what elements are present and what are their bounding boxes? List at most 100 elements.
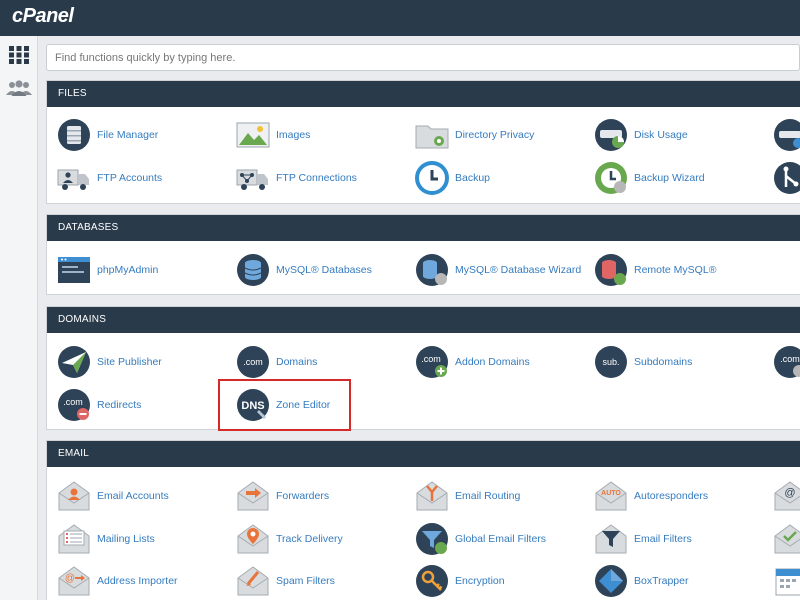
encryption-label: Encryption	[455, 575, 505, 587]
aliases-icon: .com	[774, 346, 800, 378]
mysql-databases-item[interactable]: MySQL® Databases	[236, 252, 372, 288]
remote-mysql-label: Remote MySQL®	[634, 264, 717, 276]
forwarders-label: Forwarders	[276, 490, 330, 502]
spam-filters-icon	[237, 566, 269, 596]
file-manager-label: File Manager	[97, 129, 159, 141]
zone-editor-badge: DNS	[241, 400, 264, 412]
subdomains-icon: sub.	[595, 346, 627, 378]
file-manager-icon	[58, 119, 90, 151]
phpmyadmin-item[interactable]: phpMyAdmin	[57, 252, 158, 288]
global-email-filters-item[interactable]: Global Email Filters	[415, 521, 546, 557]
forwarders-item[interactable]: Forwarders	[236, 478, 329, 514]
zone-editor-label: Zone Editor	[276, 399, 331, 411]
email-routing-label: Email Routing	[455, 490, 521, 502]
mysql-wizard-item[interactable]: MySQL® Database Wizard	[415, 252, 581, 288]
site-publisher-item[interactable]: Site Publisher	[57, 344, 162, 380]
remote-mysql-item[interactable]: Remote MySQL®	[594, 252, 716, 288]
svg-text:@: @	[65, 573, 75, 584]
git-item[interactable]	[773, 160, 800, 196]
email-header: EMAIL	[47, 441, 800, 467]
web-disk-item[interactable]	[773, 117, 800, 153]
redirects-badge: .com	[63, 397, 83, 407]
zone-editor-icon: DNS	[237, 389, 269, 421]
email-routing-item[interactable]: Email Routing	[415, 478, 520, 514]
subdomains-item[interactable]: sub. Subdomains	[594, 344, 692, 380]
ftp-connections-icon	[236, 169, 268, 190]
remote-mysql-icon	[595, 254, 627, 286]
ftp-connections-label: FTP Connections	[276, 172, 357, 184]
backup-label: Backup	[455, 172, 491, 184]
address-importer-label: Address Importer	[97, 575, 178, 587]
boxtrapper-icon	[595, 565, 627, 597]
email-accounts-item[interactable]: Email Accounts	[57, 478, 169, 514]
backup-wizard-item[interactable]: Backup Wizard	[594, 160, 705, 196]
global-email-filters-label: Global Email Filters	[455, 533, 547, 545]
email-accounts-label: Email Accounts	[97, 490, 169, 502]
mailing-lists-item[interactable]: Mailing Lists	[57, 521, 155, 557]
mysql-wizard-label: MySQL® Database Wizard	[455, 264, 582, 276]
backup-wizard-icon	[595, 162, 627, 194]
disk-usage-item[interactable]: Disk Usage	[594, 117, 688, 153]
email-filters-label: Email Filters	[634, 533, 692, 545]
track-delivery-item[interactable]: Track Delivery	[236, 521, 343, 557]
ftp-connections-item[interactable]: FTP Connections	[236, 160, 357, 196]
mailing-lists-icon	[58, 524, 90, 554]
default-address-item[interactable]: @	[773, 478, 800, 514]
backup-icon	[415, 161, 449, 195]
file-manager-item[interactable]: File Manager	[57, 117, 158, 153]
domains-label: Domains	[276, 356, 318, 368]
users-icon[interactable]	[6, 78, 32, 100]
mysql-databases-icon	[237, 254, 269, 286]
files-panel: FILES File Manager Images Directory Priv…	[46, 80, 800, 204]
mysql-wizard-icon	[416, 254, 448, 286]
calendars-item[interactable]	[773, 563, 800, 599]
cpanel-logo[interactable]: cPanel	[12, 5, 74, 28]
files-header: FILES	[47, 81, 800, 107]
aliases-badge: .com	[780, 354, 800, 364]
directory-privacy-icon	[415, 125, 449, 149]
mysql-databases-label: MySQL® Databases	[276, 264, 372, 276]
spam-filters-item[interactable]: Spam Filters	[236, 563, 335, 599]
addon-domains-item[interactable]: .com Addon Domains	[415, 344, 530, 380]
directory-privacy-label: Directory Privacy	[455, 129, 535, 141]
directory-privacy-item[interactable]: Directory Privacy	[415, 117, 534, 153]
search-input[interactable]	[46, 44, 800, 71]
email-deliverability-item[interactable]	[773, 521, 800, 557]
global-email-filters-icon	[416, 523, 448, 555]
disk-usage-label: Disk Usage	[634, 129, 688, 141]
redirects-item[interactable]: .com Redirects	[57, 387, 141, 423]
subdomains-badge: sub.	[602, 357, 619, 367]
backup-item[interactable]: Backup	[415, 160, 490, 196]
autoresponders-item[interactable]: AUTO Autoresponders	[594, 478, 708, 514]
phpmyadmin-label: phpMyAdmin	[97, 264, 159, 276]
databases-panel: DATABASES phpMyAdmin MySQL® Databases My…	[46, 214, 800, 295]
calendars-icon	[775, 568, 800, 596]
address-importer-item[interactable]: @ Address Importer	[57, 563, 178, 599]
databases-header: DATABASES	[47, 215, 800, 241]
address-importer-icon: @	[58, 566, 90, 596]
mailing-lists-label: Mailing Lists	[97, 533, 155, 545]
ftp-accounts-item[interactable]: FTP Accounts	[57, 160, 162, 196]
domains-item[interactable]: .com Domains	[236, 344, 317, 380]
svg-text:@: @	[784, 487, 795, 499]
images-label: Images	[276, 129, 311, 141]
track-delivery-label: Track Delivery	[276, 533, 343, 545]
domains-badge: .com	[243, 357, 263, 367]
backup-wizard-label: Backup Wizard	[634, 172, 705, 184]
site-publisher-label: Site Publisher	[97, 356, 162, 368]
email-filters-item[interactable]: Email Filters	[594, 521, 692, 557]
autoresponders-icon: AUTO	[595, 481, 627, 511]
redirects-icon: .com	[58, 389, 90, 421]
encryption-item[interactable]: Encryption	[415, 563, 505, 599]
aliases-item[interactable]: .com	[773, 344, 800, 380]
addon-domains-badge: .com	[421, 354, 441, 364]
subdomains-label: Subdomains	[634, 356, 693, 368]
git-icon	[774, 162, 800, 194]
boxtrapper-item[interactable]: BoxTrapper	[594, 563, 688, 599]
track-delivery-icon	[237, 524, 269, 554]
zone-editor-item[interactable]: DNS Zone Editor	[236, 387, 330, 423]
images-item[interactable]: Images	[236, 117, 310, 153]
ftp-accounts-label: FTP Accounts	[97, 172, 163, 184]
domains-icon: .com	[237, 346, 269, 378]
grid-icon[interactable]	[6, 44, 32, 66]
